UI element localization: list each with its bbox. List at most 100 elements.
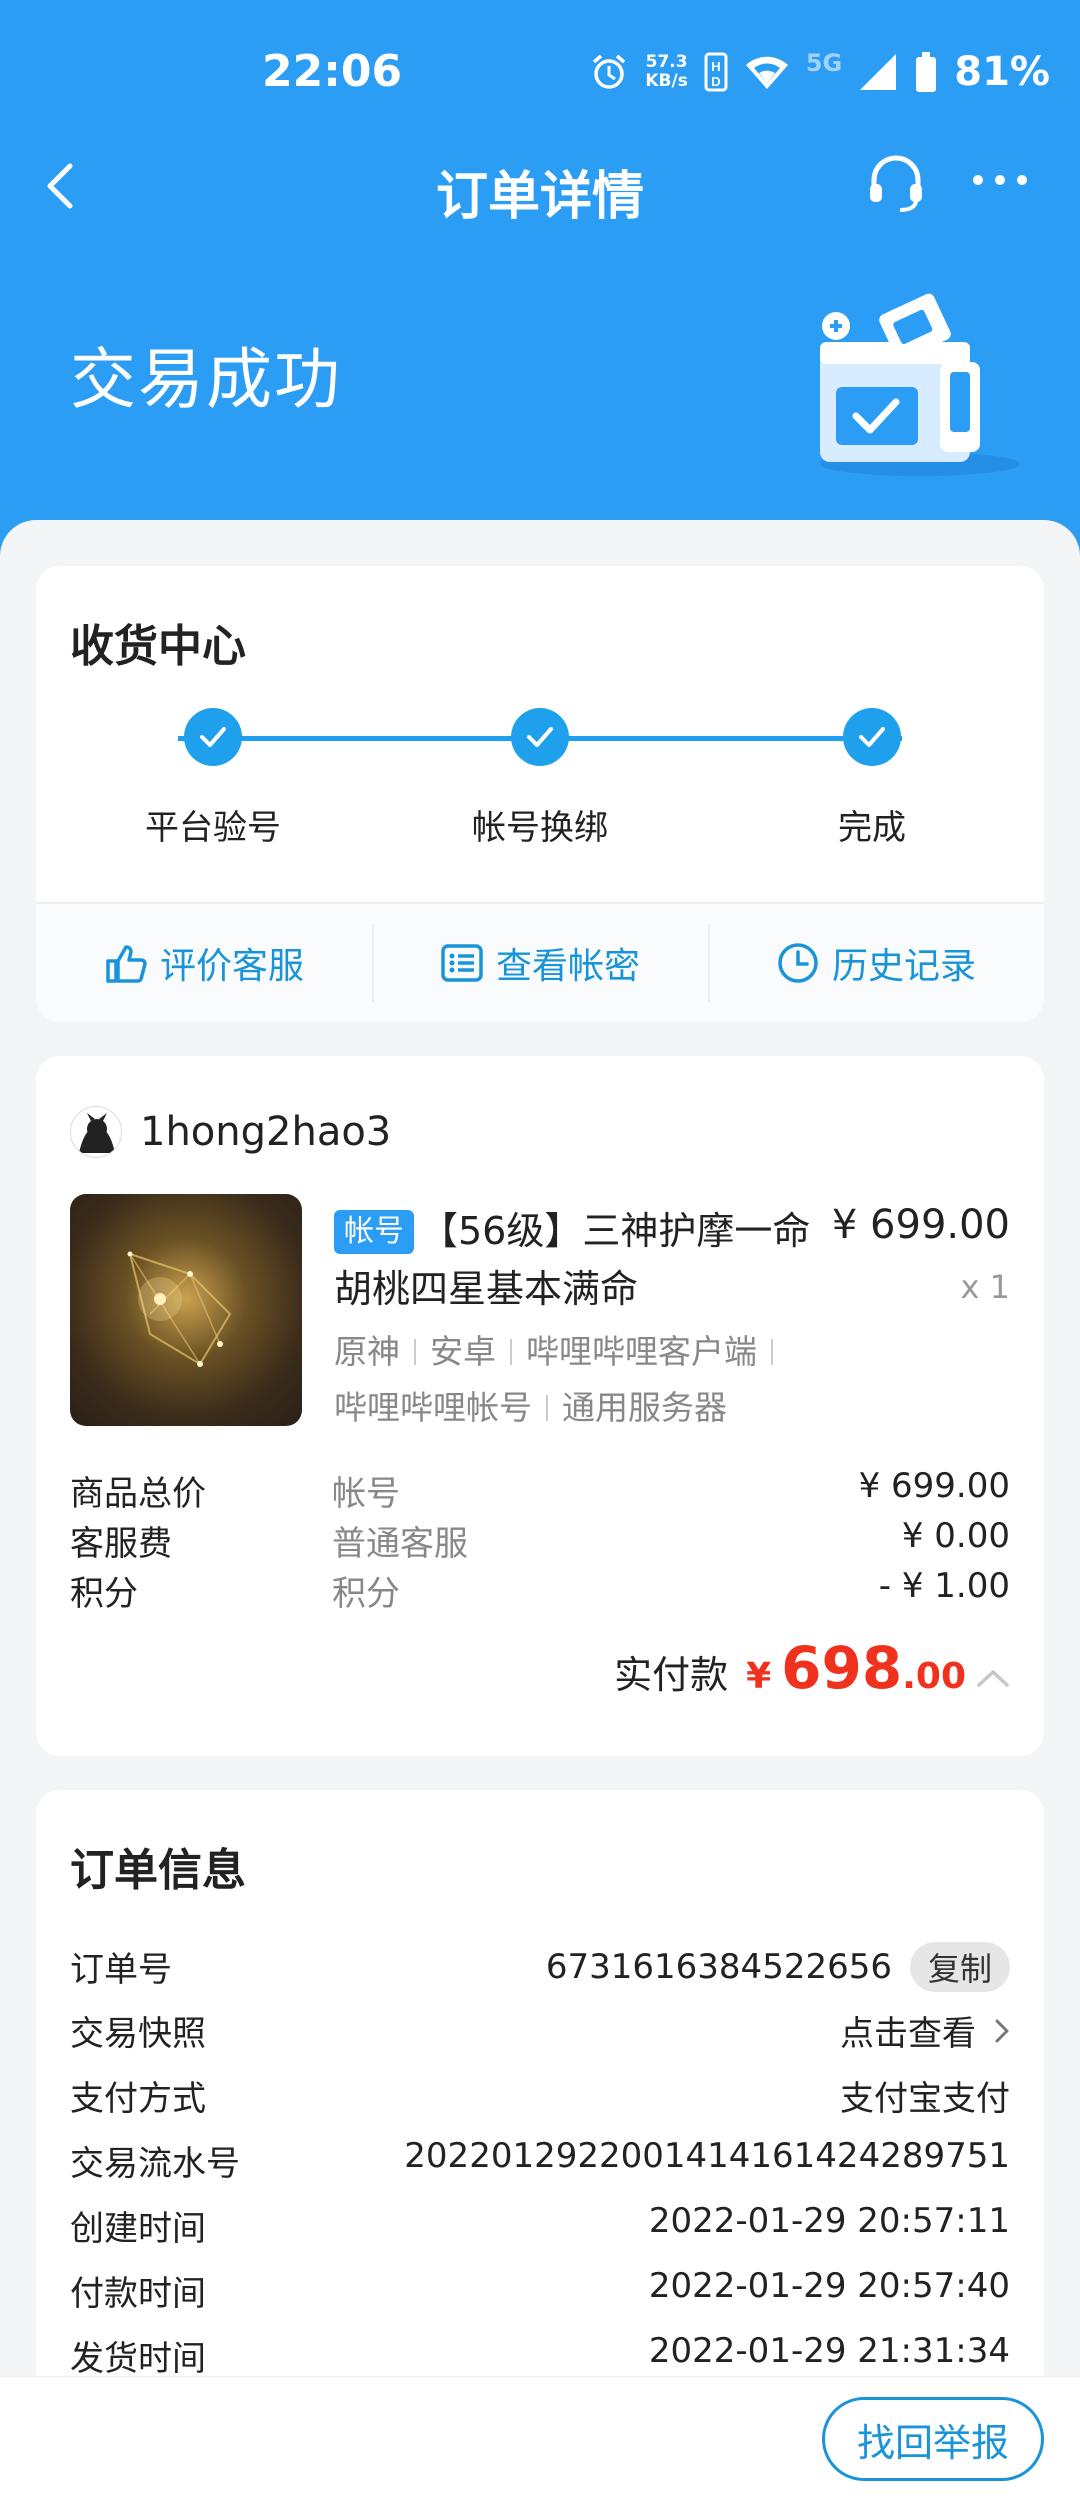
fee-sub: 普通客服 <box>332 1524 468 1564</box>
fee-value: ¥ 0.00 <box>901 1516 1010 1556</box>
fee-value: - ¥ 1.00 <box>878 1566 1010 1606</box>
paid-integer: 698 <box>781 1634 903 1702</box>
info-row-created: 创建时间 2022-01-29 20:57:11 <box>70 2201 1010 2251</box>
product-image[interactable] <box>70 1194 302 1426</box>
prop-account-type: 哔哩哔哩帐号 <box>334 1388 532 1427</box>
order-item-card: 1hong2hao3 帐号 【56级】三神护摩一命胡桃四星基本满命 ¥ 699.0… <box>36 1056 1044 1756</box>
seller-name: 1hong2hao3 <box>140 1109 392 1155</box>
status-icons: 57.3 KB/s HD 5G 81% <box>589 44 1050 100</box>
prop-client: 哔哩哔哩客户端 <box>526 1332 757 1371</box>
delivery-actions: 评价客服 查看帐密 历史记录 <box>36 904 1044 1022</box>
fee-label: 商品总价 <box>70 1474 206 1514</box>
wifi-icon <box>745 56 788 89</box>
paid-currency: ¥ <box>746 1656 772 1697</box>
prop-platform: 安卓 <box>430 1332 496 1371</box>
info-value: 6731616384522656 复制 <box>546 1942 1010 1992</box>
separator <box>510 1339 512 1365</box>
step-verify: 平台验号 <box>83 708 343 849</box>
info-label: 发货时间 <box>70 2339 206 2379</box>
delivery-center-card: 收货中心 平台验号 帐号换绑 完成 评价客服 查看帐密 历史记录 <box>36 566 1044 1022</box>
props-line: 哔哩哔哩帐号 通用服务器 <box>334 1380 854 1436</box>
seller-info[interactable]: 1hong2hao3 <box>70 1106 391 1158</box>
info-value: 2022012922001414161424289751 <box>404 2136 1010 2176</box>
info-value: 支付宝支付 <box>840 2079 1010 2119</box>
check-icon <box>843 708 901 766</box>
info-label: 支付方式 <box>70 2079 206 2119</box>
info-row-snapshot[interactable]: 交易快照 点击查看 <box>70 2006 1010 2056</box>
props-line: 原神 安卓 哔哩哔哩客户端 <box>334 1324 854 1380</box>
status-bar: 22:06 57.3 KB/s HD 5G 81% <box>0 0 1080 140</box>
step-label: 完成 <box>838 808 906 848</box>
info-value: 2022-01-29 20:57:40 <box>648 2266 1010 2306</box>
info-value: 2022-01-29 21:31:34 <box>648 2331 1010 2371</box>
bottom-bar: 找回举报 <box>0 2376 1080 2520</box>
net-speed-unit: KB/s <box>645 71 688 91</box>
info-label: 付款时间 <box>70 2274 206 2314</box>
info-label: 交易流水号 <box>70 2144 240 2184</box>
paid-decimal: .00 <box>902 1656 966 1697</box>
battery-percent: 81% <box>954 49 1050 95</box>
svg-text:H: H <box>711 59 720 74</box>
info-value: 点击查看 <box>840 2006 1010 2055</box>
net-speed-value: 57.3 <box>645 52 688 72</box>
separator <box>771 1339 773 1365</box>
alarm-icon <box>593 54 626 89</box>
product-title[interactable]: 帐号 【56级】三神护摩一命胡桃四星基本满命 <box>334 1202 834 1318</box>
signal-icon <box>860 54 897 90</box>
more-icon[interactable] <box>970 170 1030 190</box>
battery-icon <box>916 52 937 92</box>
quantity: x 1 <box>960 1268 1010 1306</box>
chevron-right-icon <box>995 2019 1009 2042</box>
separator <box>414 1339 416 1365</box>
avatar <box>70 1106 122 1158</box>
action-label: 查看帐密 <box>495 946 640 987</box>
unit-price: ¥ 699.00 <box>831 1202 1010 1248</box>
action-label: 历史记录 <box>831 946 976 987</box>
hd-icon: HD <box>704 52 728 92</box>
paid-label: 实付款 <box>614 1653 729 1697</box>
network-type: 5G <box>805 49 843 77</box>
order-id: 6731616384522656 <box>545 1947 892 1987</box>
clock-icon <box>778 943 818 983</box>
info-value: 2022-01-29 20:57:11 <box>648 2201 1010 2241</box>
svg-text:D: D <box>711 74 720 89</box>
info-row-serial: 交易流水号 2022012922001414161424289751 <box>70 2136 1010 2186</box>
chevron-up-icon <box>977 1670 1009 1687</box>
action-label: 评价客服 <box>159 946 304 987</box>
copy-button[interactable]: 复制 <box>909 1942 1010 1992</box>
fee-sub: 帐号 <box>332 1474 400 1514</box>
view-credentials-button[interactable]: 查看帐密 <box>372 904 708 1022</box>
history-button[interactable]: 历史记录 <box>708 904 1044 1022</box>
net-speed: 57.3 KB/s <box>645 53 687 91</box>
headset-icon[interactable] <box>864 150 928 214</box>
info-label: 创建时间 <box>70 2209 206 2249</box>
info-row-shipped-time: 发货时间 2022-01-29 21:31:34 <box>70 2331 1010 2381</box>
prop-server: 通用服务器 <box>562 1388 727 1427</box>
info-label: 订单号 <box>70 1950 172 1990</box>
step-label: 平台验号 <box>145 808 281 848</box>
info-label: 交易快照 <box>70 2014 206 2054</box>
step-label: 帐号换绑 <box>472 808 608 848</box>
list-icon <box>441 944 483 982</box>
order-info-title: 订单信息 <box>70 1845 246 1896</box>
nav-bar: 订单详情 <box>0 140 1080 230</box>
check-icon <box>511 708 569 766</box>
snapshot-link[interactable]: 点击查看 <box>840 2006 976 2055</box>
account-tag: 帐号 <box>334 1210 414 1254</box>
info-row-payment: 支付方式 支付宝支付 <box>70 2071 1010 2121</box>
product-properties: 原神 安卓 哔哩哔哩客户端 哔哩哔哩帐号 通用服务器 <box>334 1324 854 1436</box>
thumbs-up-icon <box>106 945 147 983</box>
order-success-illustration <box>820 293 1020 476</box>
fee-label: 积分 <box>70 1574 138 1614</box>
fee-sub: 积分 <box>332 1574 400 1614</box>
check-icon <box>184 708 242 766</box>
step-rebind: 帐号换绑 <box>410 708 670 849</box>
status-time: 22:06 <box>262 46 403 97</box>
report-recovery-button[interactable]: 找回举报 <box>822 2397 1044 2481</box>
info-row-paid-time: 付款时间 2022-01-29 20:57:40 <box>70 2266 1010 2316</box>
rate-service-button[interactable]: 评价客服 <box>36 904 372 1022</box>
separator <box>546 1395 548 1421</box>
paid-amount[interactable]: 实付款 ¥ 698 .00 <box>614 1634 1010 1702</box>
order-status-title: 交易成功 <box>70 341 342 418</box>
fee-value: ¥ 699.00 <box>858 1466 1010 1506</box>
